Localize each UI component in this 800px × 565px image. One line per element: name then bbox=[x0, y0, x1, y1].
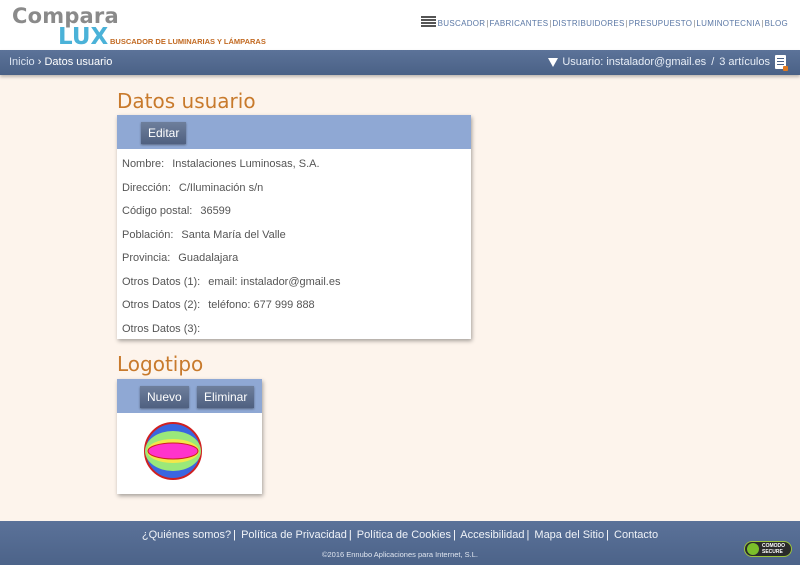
nav-separator: | bbox=[761, 19, 764, 28]
breadcrumb-current: Datos usuario bbox=[44, 56, 113, 68]
footer-separator: | bbox=[233, 529, 237, 541]
nav-presupuesto[interactable]: PRESUPUESTO bbox=[629, 19, 693, 28]
logo-card: Nuevo Eliminar bbox=[117, 379, 262, 494]
nav-separator: | bbox=[486, 19, 489, 28]
footer-links: ¿Quiénes somos? | Política de Privacidad |… bbox=[0, 529, 800, 541]
breadcrumb-separator: › bbox=[37, 56, 42, 68]
row-label: Población: bbox=[122, 228, 174, 241]
row-label: Provincia: bbox=[122, 252, 171, 264]
row-label: Otros Datos (1): bbox=[122, 275, 201, 288]
logo-tagline: BUSCADOR DE LUMINARIAS Y LÁMPARAS bbox=[110, 37, 266, 46]
footer-separator: | bbox=[606, 529, 609, 541]
row-value: Guadalajara bbox=[178, 252, 239, 264]
triangle-down-icon[interactable] bbox=[548, 57, 559, 67]
data-row-otros-2: Otros Datos (2): teléfono: 677 999 888 bbox=[122, 294, 466, 318]
footer-link-mapa-sitio[interactable]: Mapa del Sitio bbox=[534, 529, 604, 541]
row-label: Nombre: bbox=[122, 158, 165, 170]
breadcrumb-home-link[interactable]: Inicio bbox=[9, 56, 35, 68]
breadcrumb-bar: Inicio › Datos usuario Usuario: instalad… bbox=[0, 50, 800, 75]
nav-luminotecnia[interactable]: LUMINOTECNIA bbox=[696, 19, 760, 28]
thumbs-up-icon bbox=[747, 543, 759, 555]
row-value: Instalaciones Luminosas, S.A. bbox=[172, 158, 320, 170]
data-row-poblacion: Población: Santa María del Valle bbox=[122, 224, 466, 248]
user-data-card: Editar Nombre: Instalaciones Luminosas, S… bbox=[117, 115, 471, 339]
copyright-text: ©2016 Ennubo Aplicaciones para Internet,… bbox=[321, 550, 479, 559]
row-label: Dirección: bbox=[122, 181, 171, 194]
row-label: Otros Datos (3): bbox=[122, 322, 201, 335]
nav-separator: | bbox=[549, 19, 552, 28]
nav-buscador[interactable]: BUSCADOR bbox=[438, 19, 486, 28]
nav-separator: | bbox=[693, 19, 696, 28]
footer-link-cookies[interactable]: Política de Cookies bbox=[357, 529, 451, 541]
site-header: Compara LUX BUSCADOR DE LUMINARIAS Y LÁM… bbox=[0, 0, 800, 50]
user-divider: / bbox=[711, 56, 715, 68]
breadcrumb: Inicio › Datos usuario bbox=[9, 56, 112, 68]
top-nav: BUSCADOR | FABRICANTES | DISTRIBUIDORES | P… bbox=[420, 16, 788, 29]
user-data-card-header: Editar bbox=[117, 115, 471, 149]
footer-link-contacto[interactable]: Contacto bbox=[614, 529, 658, 541]
badge-text: COMODO SECURE bbox=[762, 543, 785, 555]
footer-link-quienes-somos[interactable]: ¿Quiénes somos? bbox=[142, 529, 231, 541]
site-footer: ¿Quiénes somos? | Política de Privacidad |… bbox=[0, 521, 800, 565]
footer-separator: | bbox=[452, 529, 456, 541]
footer-separator: | bbox=[526, 529, 530, 541]
nav-distribuidores[interactable]: DISTRIBUIDORES bbox=[552, 19, 624, 28]
footer-separator: | bbox=[348, 529, 352, 541]
data-row-otros-1: Otros Datos (1): email: instalador@gmail.… bbox=[122, 271, 466, 295]
clipboard-icon[interactable] bbox=[775, 55, 788, 71]
cart-count[interactable]: 3 artículos bbox=[719, 56, 770, 68]
row-value: Santa María del Valle bbox=[181, 228, 286, 241]
data-row-codigo-postal: Código postal: 36599 bbox=[122, 200, 466, 224]
nav-fabricantes[interactable]: FABRICANTES bbox=[489, 19, 548, 28]
edit-button[interactable]: Editar bbox=[141, 122, 187, 144]
row-value: C/Iluminación s/n bbox=[178, 181, 264, 194]
logo-card-header: Nuevo Eliminar bbox=[117, 379, 262, 413]
logo-text-bottom: LUX bbox=[58, 24, 109, 50]
user-info: Usuario: instalador@gmail.es / 3 artícul… bbox=[548, 55, 788, 71]
row-value: email: instalador@gmail.es bbox=[208, 275, 341, 288]
row-value: 36599 bbox=[200, 205, 231, 217]
section-title-logotipo: Logotipo bbox=[117, 352, 204, 376]
user-data-list: Nombre: Instalaciones Luminosas, S.A. Dir… bbox=[117, 149, 471, 345]
comodo-secure-badge[interactable]: COMODO SECURE bbox=[744, 541, 792, 557]
footer-link-privacidad[interactable]: Política de Privacidad bbox=[241, 529, 347, 541]
nav-blog[interactable]: BLOG bbox=[765, 19, 788, 28]
data-row-provincia: Provincia: Guadalajara bbox=[122, 247, 466, 271]
section-title-datos: Datos usuario bbox=[117, 89, 256, 113]
row-label: Otros Datos (2): bbox=[122, 299, 201, 311]
user-label[interactable]: Usuario: instalador@gmail.es bbox=[562, 56, 706, 68]
delete-logo-button[interactable]: Eliminar bbox=[197, 386, 255, 408]
data-row-nombre: Nombre: Instalaciones Luminosas, S.A. bbox=[122, 153, 466, 177]
company-logo-image bbox=[144, 422, 202, 480]
footer-link-accesibilidad[interactable]: Accesibilidad bbox=[460, 529, 524, 541]
badge-line2: SECURE bbox=[762, 549, 783, 555]
data-row-direccion: Dirección: C/Iluminación s/n bbox=[122, 177, 466, 201]
data-row-otros-3: Otros Datos (3): bbox=[122, 318, 466, 342]
row-label: Código postal: bbox=[122, 205, 193, 217]
new-logo-button[interactable]: Nuevo bbox=[140, 386, 189, 408]
menu-icon[interactable] bbox=[420, 16, 436, 27]
row-value: teléfono: 677 999 888 bbox=[208, 299, 315, 311]
nav-separator: | bbox=[625, 19, 628, 28]
